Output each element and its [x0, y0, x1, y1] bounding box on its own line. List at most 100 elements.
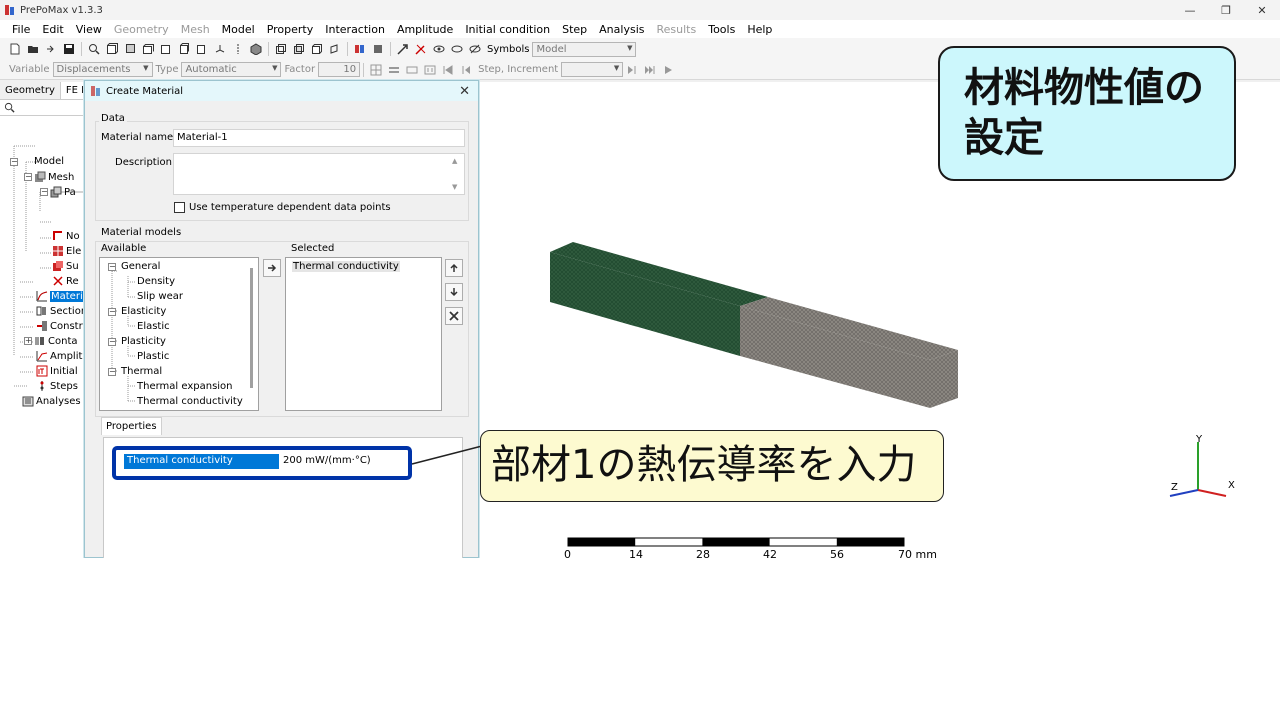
view-bottom-icon[interactable]	[159, 42, 173, 56]
view-front-icon[interactable]	[105, 42, 119, 56]
menu-property[interactable]: Property	[261, 23, 320, 36]
model-plastic[interactable]: Plastic	[137, 351, 169, 362]
menu-results[interactable]: Results	[650, 23, 702, 36]
menu-view[interactable]: View	[70, 23, 108, 36]
last-step-icon[interactable]	[643, 63, 657, 77]
zoom-icon[interactable]	[87, 42, 101, 56]
symbols-select[interactable]: Model ▼	[532, 41, 637, 57]
collapse-icon[interactable]: −	[40, 188, 48, 196]
tree-contacts[interactable]: + Conta	[24, 335, 78, 347]
menu-model[interactable]: Model	[216, 23, 261, 36]
menu-interaction[interactable]: Interaction	[319, 23, 391, 36]
model-thermal-conductivity[interactable]: Thermal conductivity	[137, 396, 243, 407]
collapse-icon[interactable]: −	[108, 263, 116, 271]
view-top-icon[interactable]	[141, 42, 155, 56]
tree-mesh[interactable]: − Mesh	[24, 171, 74, 183]
view-iso-icon[interactable]	[213, 42, 227, 56]
section-view-icon[interactable]	[231, 42, 245, 56]
factor-input[interactable]: 10	[318, 62, 361, 77]
collapse-icon[interactable]: −	[108, 308, 116, 316]
collapse-icon[interactable]: −	[24, 173, 32, 181]
description-input[interactable]	[173, 153, 465, 195]
close-icon[interactable]: ✕	[1244, 0, 1280, 20]
maximize-icon[interactable]: ❐	[1208, 0, 1244, 20]
menu-help[interactable]: Help	[741, 23, 778, 36]
add-model-button[interactable]	[263, 259, 281, 277]
menu-mesh[interactable]: Mesh	[175, 23, 216, 36]
tree-surfaces[interactable]: Su	[52, 260, 79, 272]
variable-select[interactable]: Displacements ▼	[52, 62, 153, 77]
animate-icon[interactable]	[423, 63, 437, 77]
pick-icon[interactable]	[396, 42, 410, 56]
remove-model-button[interactable]	[445, 307, 463, 325]
view-right-icon[interactable]	[195, 42, 209, 56]
tree-analyses[interactable]: Analyses	[22, 395, 81, 407]
tree-search[interactable]	[0, 100, 89, 116]
menu-geometry[interactable]: Geometry	[108, 23, 175, 36]
selected-thermal-conductivity[interactable]: Thermal conductivity	[292, 261, 400, 272]
view-back-icon[interactable]	[123, 42, 137, 56]
minimize-icon[interactable]: —	[1172, 0, 1208, 20]
expand-icon[interactable]: +	[24, 337, 32, 345]
tree-steps[interactable]: Steps	[36, 380, 78, 392]
scroll-down-icon[interactable]: ▼	[452, 183, 457, 191]
menu-initial-condition[interactable]: Initial condition	[459, 23, 556, 36]
tree-reference-points[interactable]: Re	[52, 275, 79, 287]
tree-nodes[interactable]: No	[52, 230, 80, 242]
eye-hide-icon[interactable]	[450, 42, 464, 56]
tree-constraints[interactable]: Constr	[36, 320, 83, 332]
model-general[interactable]: General	[121, 261, 160, 272]
tab-geometry[interactable]: Geometry	[0, 82, 61, 99]
scale-view-icon[interactable]	[405, 63, 419, 77]
selected-models-list[interactable]: Thermal conductivity	[285, 257, 442, 411]
tree-model[interactable]: − Model	[10, 156, 64, 167]
next-step-icon[interactable]	[625, 63, 639, 77]
collapse-icon[interactable]: −	[10, 157, 18, 166]
show-parts-icon[interactable]	[371, 42, 385, 56]
menu-file[interactable]: File	[6, 23, 36, 36]
model-elasticity[interactable]: Elasticity	[121, 306, 166, 317]
tab-properties[interactable]: Properties	[101, 417, 162, 435]
tree-sections[interactable]: Section	[36, 305, 87, 317]
open-file-icon[interactable]	[26, 42, 40, 56]
menu-tools[interactable]: Tools	[702, 23, 741, 36]
temperature-dependent-checkbox[interactable]	[174, 202, 185, 213]
model-elastic[interactable]: Elastic	[137, 321, 170, 332]
tree-initial-conditions[interactable]: Initial	[36, 365, 78, 377]
model-plasticity[interactable]: Plasticity	[121, 336, 166, 347]
import-icon[interactable]	[44, 42, 58, 56]
model-density[interactable]: Density	[137, 276, 175, 287]
hide-parts-icon[interactable]	[353, 42, 367, 56]
tree-elements[interactable]: Ele	[52, 245, 81, 257]
view-left-icon[interactable]	[177, 42, 191, 56]
model-slip-wear[interactable]: Slip wear	[137, 291, 183, 302]
tree-parts[interactable]: − Pa	[40, 186, 76, 198]
menu-step[interactable]: Step	[556, 23, 593, 36]
grid-view-icon[interactable]	[369, 63, 383, 77]
clear-pick-icon[interactable]	[414, 42, 428, 56]
bars-view-icon[interactable]	[387, 63, 401, 77]
move-down-button[interactable]	[445, 283, 463, 301]
menu-edit[interactable]: Edit	[36, 23, 69, 36]
model-thermal-expansion[interactable]: Thermal expansion	[137, 381, 233, 392]
menu-analysis[interactable]: Analysis	[593, 23, 650, 36]
shaded-edges-icon[interactable]	[292, 42, 306, 56]
new-file-icon[interactable]	[8, 42, 22, 56]
collapse-icon[interactable]: −	[108, 338, 116, 346]
first-step-icon[interactable]	[441, 63, 455, 77]
dialog-close-icon[interactable]: ✕	[459, 84, 470, 99]
material-name-input[interactable]: Material-1	[173, 129, 465, 147]
tree-materials[interactable]: Materi	[36, 290, 84, 302]
save-icon[interactable]	[62, 42, 76, 56]
eye-toggle-icon[interactable]	[468, 42, 482, 56]
play-icon[interactable]	[661, 63, 675, 77]
eye-show-icon[interactable]	[432, 42, 446, 56]
step-increment-select[interactable]: ▼	[561, 62, 624, 77]
collapse-icon[interactable]: −	[108, 368, 116, 376]
previous-step-icon[interactable]	[459, 63, 473, 77]
model-thermal[interactable]: Thermal	[121, 366, 162, 377]
scroll-up-icon[interactable]: ▲	[452, 157, 457, 165]
tree-amplitudes[interactable]: Amplit	[36, 350, 82, 362]
show-solid-icon[interactable]	[249, 42, 263, 56]
move-up-button[interactable]	[445, 259, 463, 277]
